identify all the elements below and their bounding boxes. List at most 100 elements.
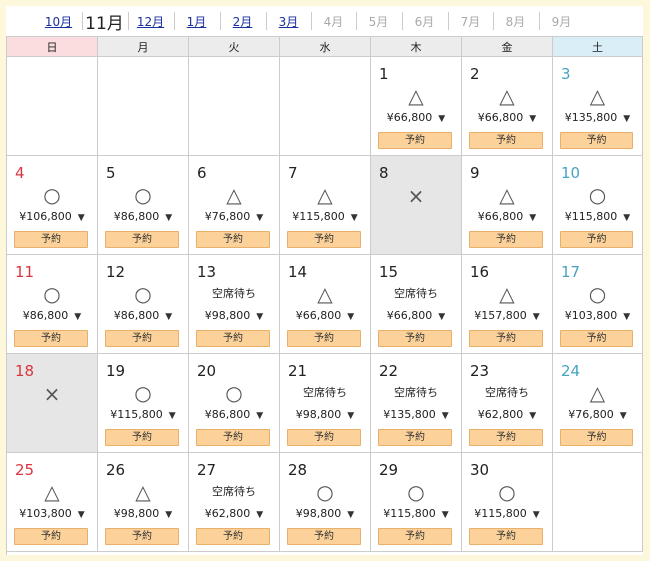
month-tab-3[interactable]: 1月 [174, 6, 219, 36]
month-tab-2[interactable]: 12月 [128, 6, 173, 36]
price-dropdown[interactable]: ¥135,800 ▼ [553, 111, 642, 124]
book-button[interactable]: 予約 [105, 231, 179, 248]
month-tab-label[interactable]: 1月 [187, 13, 207, 30]
book-button[interactable]: 予約 [469, 330, 543, 347]
day-cell[interactable]: 22 空席待ち ¥135,800 ▼ 予約 [371, 354, 462, 453]
price-dropdown[interactable]: ¥66,800 ▼ [371, 111, 461, 124]
book-button[interactable]: 予約 [378, 132, 452, 149]
day-cell[interactable]: 10 ○ ¥115,800 ▼ 予約 [553, 156, 643, 255]
chevron-down-icon[interactable]: ▼ [623, 312, 630, 322]
day-cell[interactable]: 7 △ ¥115,800 ▼ 予約 [280, 156, 371, 255]
price-dropdown[interactable]: ¥86,800 ▼ [7, 309, 97, 322]
month-tab-0[interactable]: 10月 [36, 6, 81, 36]
day-cell[interactable]: 26 △ ¥98,800 ▼ 予約 [98, 453, 189, 552]
month-tab-label[interactable]: 2月 [233, 13, 253, 30]
day-cell[interactable]: 20 ○ ¥86,800 ▼ 予約 [189, 354, 280, 453]
price-dropdown[interactable]: ¥115,800 ▼ [371, 507, 461, 520]
day-cell[interactable]: 24 △ ¥76,800 ▼ 予約 [553, 354, 643, 453]
price-dropdown[interactable]: ¥103,800 ▼ [7, 507, 97, 520]
month-tab-4[interactable]: 2月 [220, 6, 265, 36]
chevron-down-icon[interactable]: ▼ [533, 510, 540, 520]
day-cell[interactable]: 4 ○ ¥106,800 ▼ 予約 [7, 156, 98, 255]
price-dropdown[interactable]: ¥115,800 ▼ [280, 210, 370, 223]
book-button[interactable]: 予約 [378, 528, 452, 545]
day-cell[interactable]: 12 ○ ¥86,800 ▼ 予約 [98, 255, 189, 354]
day-cell[interactable]: 16 △ ¥157,800 ▼ 予約 [462, 255, 553, 354]
chevron-down-icon[interactable]: ▼ [442, 411, 449, 421]
day-cell[interactable]: 25 △ ¥103,800 ▼ 予約 [7, 453, 98, 552]
day-cell[interactable]: 27 空席待ち ¥62,800 ▼ 予約 [189, 453, 280, 552]
price-dropdown[interactable]: ¥115,800 ▼ [553, 210, 642, 223]
day-cell[interactable]: 28 ○ ¥98,800 ▼ 予約 [280, 453, 371, 552]
price-dropdown[interactable]: ¥66,800 ▼ [462, 210, 552, 223]
chevron-down-icon[interactable]: ▼ [438, 312, 445, 322]
price-dropdown[interactable]: ¥115,800 ▼ [98, 408, 188, 421]
price-dropdown[interactable]: ¥76,800 ▼ [553, 408, 642, 421]
chevron-down-icon[interactable]: ▼ [351, 213, 358, 223]
book-button[interactable]: 予約 [14, 528, 88, 545]
book-button[interactable]: 予約 [560, 132, 633, 149]
chevron-down-icon[interactable]: ▼ [623, 114, 630, 124]
chevron-down-icon[interactable]: ▼ [74, 312, 81, 322]
day-cell[interactable]: 15 空席待ち ¥66,800 ▼ 予約 [371, 255, 462, 354]
chevron-down-icon[interactable]: ▼ [78, 510, 85, 520]
day-cell[interactable]: 29 ○ ¥115,800 ▼ 予約 [371, 453, 462, 552]
price-dropdown[interactable]: ¥98,800 ▼ [189, 309, 279, 322]
price-dropdown[interactable]: ¥98,800 ▼ [280, 408, 370, 421]
day-cell[interactable]: 13 空席待ち ¥98,800 ▼ 予約 [189, 255, 280, 354]
book-button[interactable]: 予約 [287, 528, 361, 545]
price-dropdown[interactable]: ¥157,800 ▼ [462, 309, 552, 322]
day-cell[interactable]: 5 ○ ¥86,800 ▼ 予約 [98, 156, 189, 255]
day-cell[interactable]: 17 ○ ¥103,800 ▼ 予約 [553, 255, 643, 354]
chevron-down-icon[interactable]: ▼ [347, 312, 354, 322]
day-cell[interactable]: 19 ○ ¥115,800 ▼ 予約 [98, 354, 189, 453]
price-dropdown[interactable]: ¥86,800 ▼ [98, 210, 188, 223]
chevron-down-icon[interactable]: ▼ [256, 213, 263, 223]
book-button[interactable]: 予約 [196, 429, 270, 446]
price-dropdown[interactable]: ¥76,800 ▼ [189, 210, 279, 223]
price-dropdown[interactable]: ¥98,800 ▼ [280, 507, 370, 520]
day-cell[interactable]: 1 △ ¥66,800 ▼ 予約 [371, 57, 462, 156]
chevron-down-icon[interactable]: ▼ [256, 312, 263, 322]
chevron-down-icon[interactable]: ▼ [529, 411, 536, 421]
price-dropdown[interactable]: ¥115,800 ▼ [462, 507, 552, 520]
month-tab-label[interactable]: 12月 [137, 13, 164, 30]
month-tab-label[interactable]: 3月 [279, 13, 299, 30]
chevron-down-icon[interactable]: ▼ [442, 510, 449, 520]
book-button[interactable]: 予約 [560, 330, 633, 347]
chevron-down-icon[interactable]: ▼ [256, 411, 263, 421]
chevron-down-icon[interactable]: ▼ [529, 114, 536, 124]
day-cell[interactable]: 30 ○ ¥115,800 ▼ 予約 [462, 453, 553, 552]
book-button[interactable]: 予約 [196, 528, 270, 545]
book-button[interactable]: 予約 [287, 231, 361, 248]
day-cell[interactable]: 2 △ ¥66,800 ▼ 予約 [462, 57, 553, 156]
price-dropdown[interactable]: ¥62,800 ▼ [189, 507, 279, 520]
chevron-down-icon[interactable]: ▼ [529, 213, 536, 223]
price-dropdown[interactable]: ¥98,800 ▼ [98, 507, 188, 520]
book-button[interactable]: 予約 [105, 429, 179, 446]
day-cell[interactable]: 14 △ ¥66,800 ▼ 予約 [280, 255, 371, 354]
chevron-down-icon[interactable]: ▼ [256, 510, 263, 520]
chevron-down-icon[interactable]: ▼ [165, 213, 172, 223]
price-dropdown[interactable]: ¥66,800 ▼ [462, 111, 552, 124]
book-button[interactable]: 予約 [105, 528, 179, 545]
book-button[interactable]: 予約 [105, 330, 179, 347]
day-cell[interactable]: 23 空席待ち ¥62,800 ▼ 予約 [462, 354, 553, 453]
day-cell[interactable]: 3 △ ¥135,800 ▼ 予約 [553, 57, 643, 156]
book-button[interactable]: 予約 [14, 330, 88, 347]
book-button[interactable]: 予約 [469, 132, 543, 149]
day-cell[interactable]: 6 △ ¥76,800 ▼ 予約 [189, 156, 280, 255]
chevron-down-icon[interactable]: ▼ [620, 411, 627, 421]
book-button[interactable]: 予約 [14, 231, 88, 248]
book-button[interactable]: 予約 [287, 330, 361, 347]
day-cell[interactable]: 9 △ ¥66,800 ▼ 予約 [462, 156, 553, 255]
book-button[interactable]: 予約 [287, 429, 361, 446]
chevron-down-icon[interactable]: ▼ [438, 114, 445, 124]
chevron-down-icon[interactable]: ▼ [347, 510, 354, 520]
book-button[interactable]: 予約 [378, 429, 452, 446]
chevron-down-icon[interactable]: ▼ [169, 411, 176, 421]
chevron-down-icon[interactable]: ▼ [347, 411, 354, 421]
price-dropdown[interactable]: ¥135,800 ▼ [371, 408, 461, 421]
chevron-down-icon[interactable]: ▼ [78, 213, 85, 223]
price-dropdown[interactable]: ¥66,800 ▼ [371, 309, 461, 322]
